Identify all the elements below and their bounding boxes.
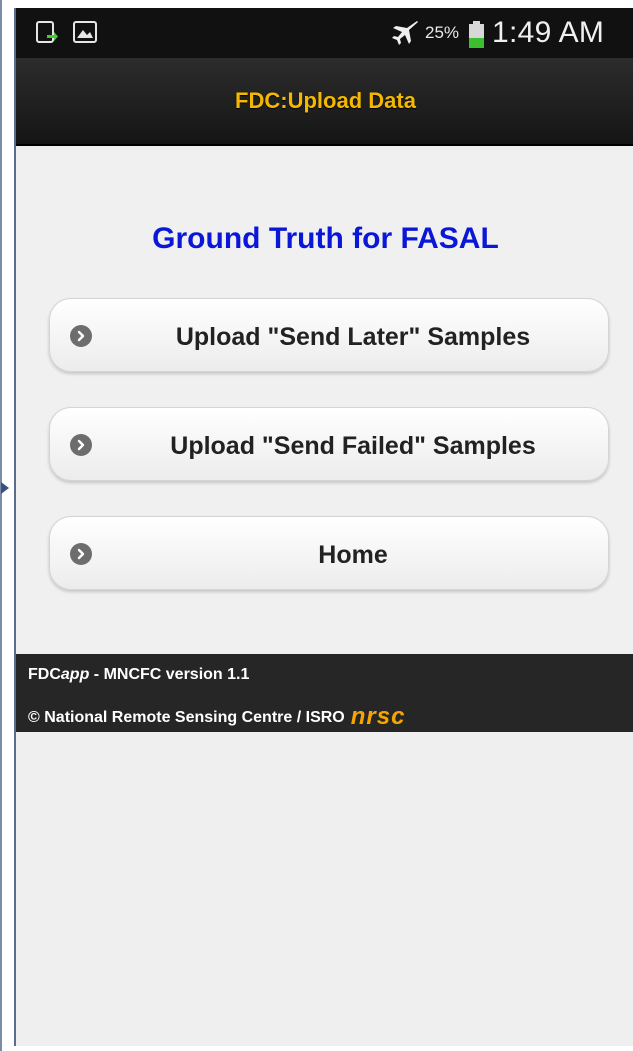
screenshot-icon <box>36 21 58 43</box>
upload-send-failed-button[interactable]: Upload "Send Failed" Samples <box>49 407 609 481</box>
app-header: FDC:Upload Data <box>16 58 633 146</box>
page-title: FDC:Upload Data <box>235 88 416 113</box>
button-label: Upload "Send Later" Samples <box>175 323 531 351</box>
clock: 1:49 AM <box>492 16 605 49</box>
nrsc-logo: nrsc <box>350 703 406 730</box>
home-button[interactable]: Home <box>49 516 609 590</box>
phone-screen: 25% 1:49 AM FDC:Upload Data Ground Truth… <box>14 8 633 1046</box>
button-label: Home <box>318 541 388 569</box>
airplane-mode-icon <box>392 21 418 45</box>
footer-app-italic: app <box>60 666 90 683</box>
empty-area <box>16 732 633 1046</box>
battery-percent: 25% <box>425 23 460 42</box>
footer: FDCapp - MNCFC version 1.1 © National Re… <box>16 654 633 732</box>
gallery-icon <box>73 21 97 43</box>
footer-version-text: - MNCFC version 1.1 <box>89 666 250 683</box>
window-edge-line <box>0 0 2 1051</box>
button-label: Upload "Send Failed" Samples <box>170 432 536 460</box>
upload-send-later-button[interactable]: Upload "Send Later" Samples <box>49 298 609 372</box>
chevron-right-circle-icon <box>70 325 92 347</box>
chevron-right-circle-icon <box>70 543 92 565</box>
footer-version: FDCapp - MNCFC version 1.1 <box>28 666 249 684</box>
edge-arrow-icon <box>1 482 9 494</box>
content-title: Ground Truth for FASAL <box>152 222 499 255</box>
footer-app-prefix: FDC <box>28 666 61 683</box>
battery-icon <box>469 21 484 48</box>
main-content: Ground Truth for FASAL Upload "Send Late… <box>16 146 633 654</box>
footer-copyright-line: © National Remote Sensing Centre / ISRO n… <box>28 701 406 730</box>
status-bar: 25% 1:49 AM <box>16 8 633 58</box>
chevron-right-circle-icon <box>70 434 92 456</box>
footer-copyright: © National Remote Sensing Centre / ISRO <box>28 709 345 726</box>
